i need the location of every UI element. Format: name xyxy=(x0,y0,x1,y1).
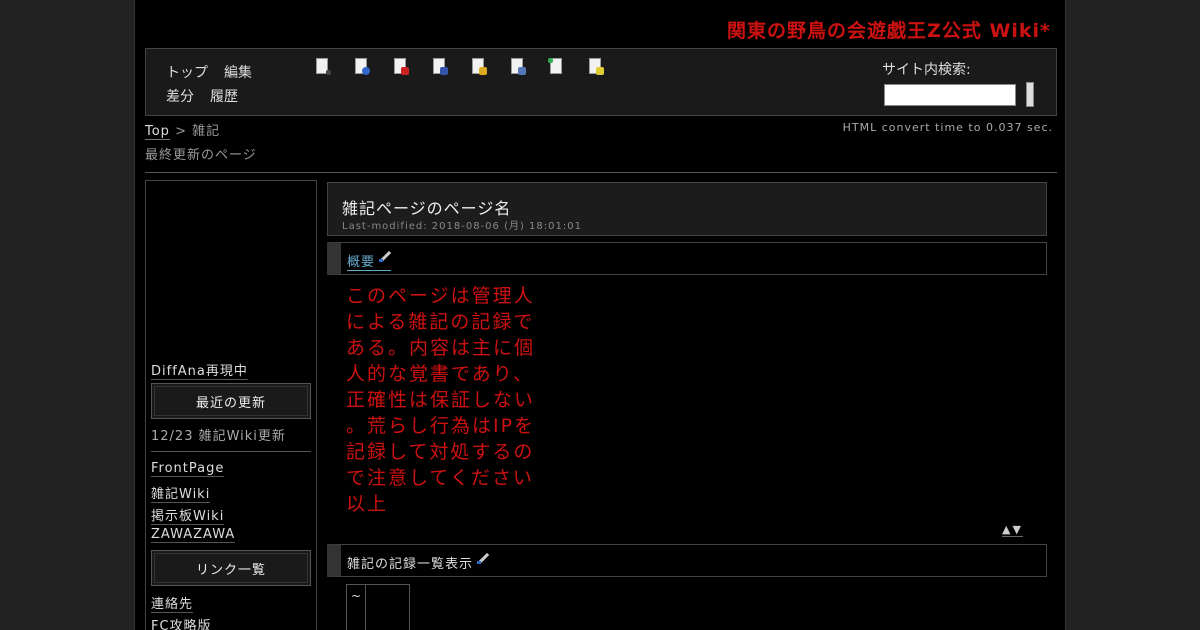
nav-link-history[interactable]: 履歴 xyxy=(210,85,238,109)
link-list-button[interactable]: リンク一覧 xyxy=(151,550,311,586)
site-title[interactable]: 関東の野鳥の会遊戯王Z公式 Wiki* xyxy=(727,16,1051,43)
page-top-bottom-arrows[interactable]: ▲▼ xyxy=(1002,523,1023,537)
sidebar-link-zakki-wiki[interactable]: 雑記Wiki xyxy=(151,483,211,503)
notice-line: で注意してください xyxy=(346,467,534,489)
help-icon[interactable] xyxy=(587,58,604,76)
diff-icon[interactable] xyxy=(392,58,409,76)
section-title-list-text: 雑記の記録一覧表示 xyxy=(347,557,474,572)
sidebar-link-frontpage[interactable]: FrontPage xyxy=(151,461,225,477)
table-cell: ~ xyxy=(347,585,366,630)
list-icon[interactable] xyxy=(548,58,565,76)
link-list-label: リンク一覧 xyxy=(154,553,308,583)
backup-icon[interactable] xyxy=(431,58,448,76)
divider xyxy=(145,172,1057,173)
freeze-icon[interactable] xyxy=(470,58,487,76)
navbar: トップ 編集差分 履歴 サイト内検索: xyxy=(145,48,1057,116)
sidebar-diff-link[interactable]: DiffAna再現中 xyxy=(151,360,248,380)
notice-line: このページは管理人 xyxy=(346,285,535,307)
nav-link-edit[interactable]: 編集 xyxy=(224,61,252,85)
recent-updates-button[interactable]: 最近の更新 xyxy=(151,383,311,419)
last-modified: Last-modified: 2018-08-06 (月) 18:01:01 xyxy=(342,221,582,232)
notice-line: 正確性は保証しない xyxy=(346,389,536,411)
notice-line: による雑記の記録で xyxy=(346,311,535,333)
table-cell-text: ~ xyxy=(351,589,362,603)
notice-line: 以上 xyxy=(346,493,389,515)
notice-line: 記録して対処するの xyxy=(346,441,535,463)
breadcrumb-sep: > xyxy=(169,124,193,139)
sub-breadcrumb: 最終更新のページ xyxy=(145,148,257,163)
notice-line: ある。内容は主に個 xyxy=(346,337,536,359)
record-table: ~ xyxy=(346,584,410,630)
sidebar-link-contact[interactable]: 連絡先 xyxy=(151,593,194,613)
new-page-icon[interactable] xyxy=(314,58,331,76)
sidebar-news: 12/23 雑記Wiki更新 xyxy=(151,429,286,444)
section-header-list: 雑記の記録一覧表示 xyxy=(327,544,1047,577)
toolbar xyxy=(314,58,604,76)
section-title-overview-text: 概要 xyxy=(347,255,376,270)
section-header-overview: 概要 xyxy=(327,242,1047,275)
search-label: サイト内検索: xyxy=(882,62,971,78)
search-button[interactable] xyxy=(1026,82,1034,107)
breadcrumb: Top > 雑記 xyxy=(145,120,221,140)
nav-links: トップ 編集差分 履歴 xyxy=(166,61,306,109)
recent-updates-label: 最近の更新 xyxy=(154,386,308,416)
sidebar-link-fc[interactable]: FC攻略版 xyxy=(151,615,212,630)
edit-pencil-icon[interactable] xyxy=(477,553,489,565)
breadcrumb-current: 雑記 xyxy=(192,124,221,139)
nav-link-top[interactable]: トップ xyxy=(166,61,208,85)
sidebar-divider xyxy=(151,451,311,452)
notice-line: 。荒らし行為はIPを xyxy=(346,415,536,437)
page-container: 関東の野鳥の会遊戯王Z公式 Wiki* トップ 編集差分 履歴 サイト内検索: To… xyxy=(134,0,1066,630)
page-title: 雑記ページのページ名 xyxy=(342,199,512,218)
notice-line: 人的な覚書であり、 xyxy=(346,363,535,385)
breadcrumb-top-link[interactable]: Top xyxy=(145,124,170,140)
section-title-overview[interactable]: 概要 xyxy=(347,251,392,271)
nav-link-diff[interactable]: 差分 xyxy=(166,85,194,109)
notice-text: このページは管理人 による雑記の記録で ある。内容は主に個 人的な覚書であり、 … xyxy=(346,283,535,517)
sidebar: DiffAna再現中 最近の更新 12/23 雑記Wiki更新 FrontPag… xyxy=(145,180,317,630)
convert-time: HTML convert time to 0.037 sec. xyxy=(842,121,1053,134)
section-title-list: 雑記の記録一覧表示 xyxy=(347,553,489,572)
sidebar-link-board-wiki[interactable]: 掲示板Wiki xyxy=(151,505,225,525)
sidebar-link-zawazawa[interactable]: ZAWAZAWA xyxy=(151,527,236,543)
main-header: 雑記ページのページ名 Last-modified: 2018-08-06 (月)… xyxy=(327,182,1047,236)
search-input[interactable] xyxy=(884,84,1016,106)
reload-icon[interactable] xyxy=(353,58,370,76)
copy-icon[interactable] xyxy=(509,58,526,76)
edit-pencil-icon[interactable] xyxy=(379,251,391,263)
